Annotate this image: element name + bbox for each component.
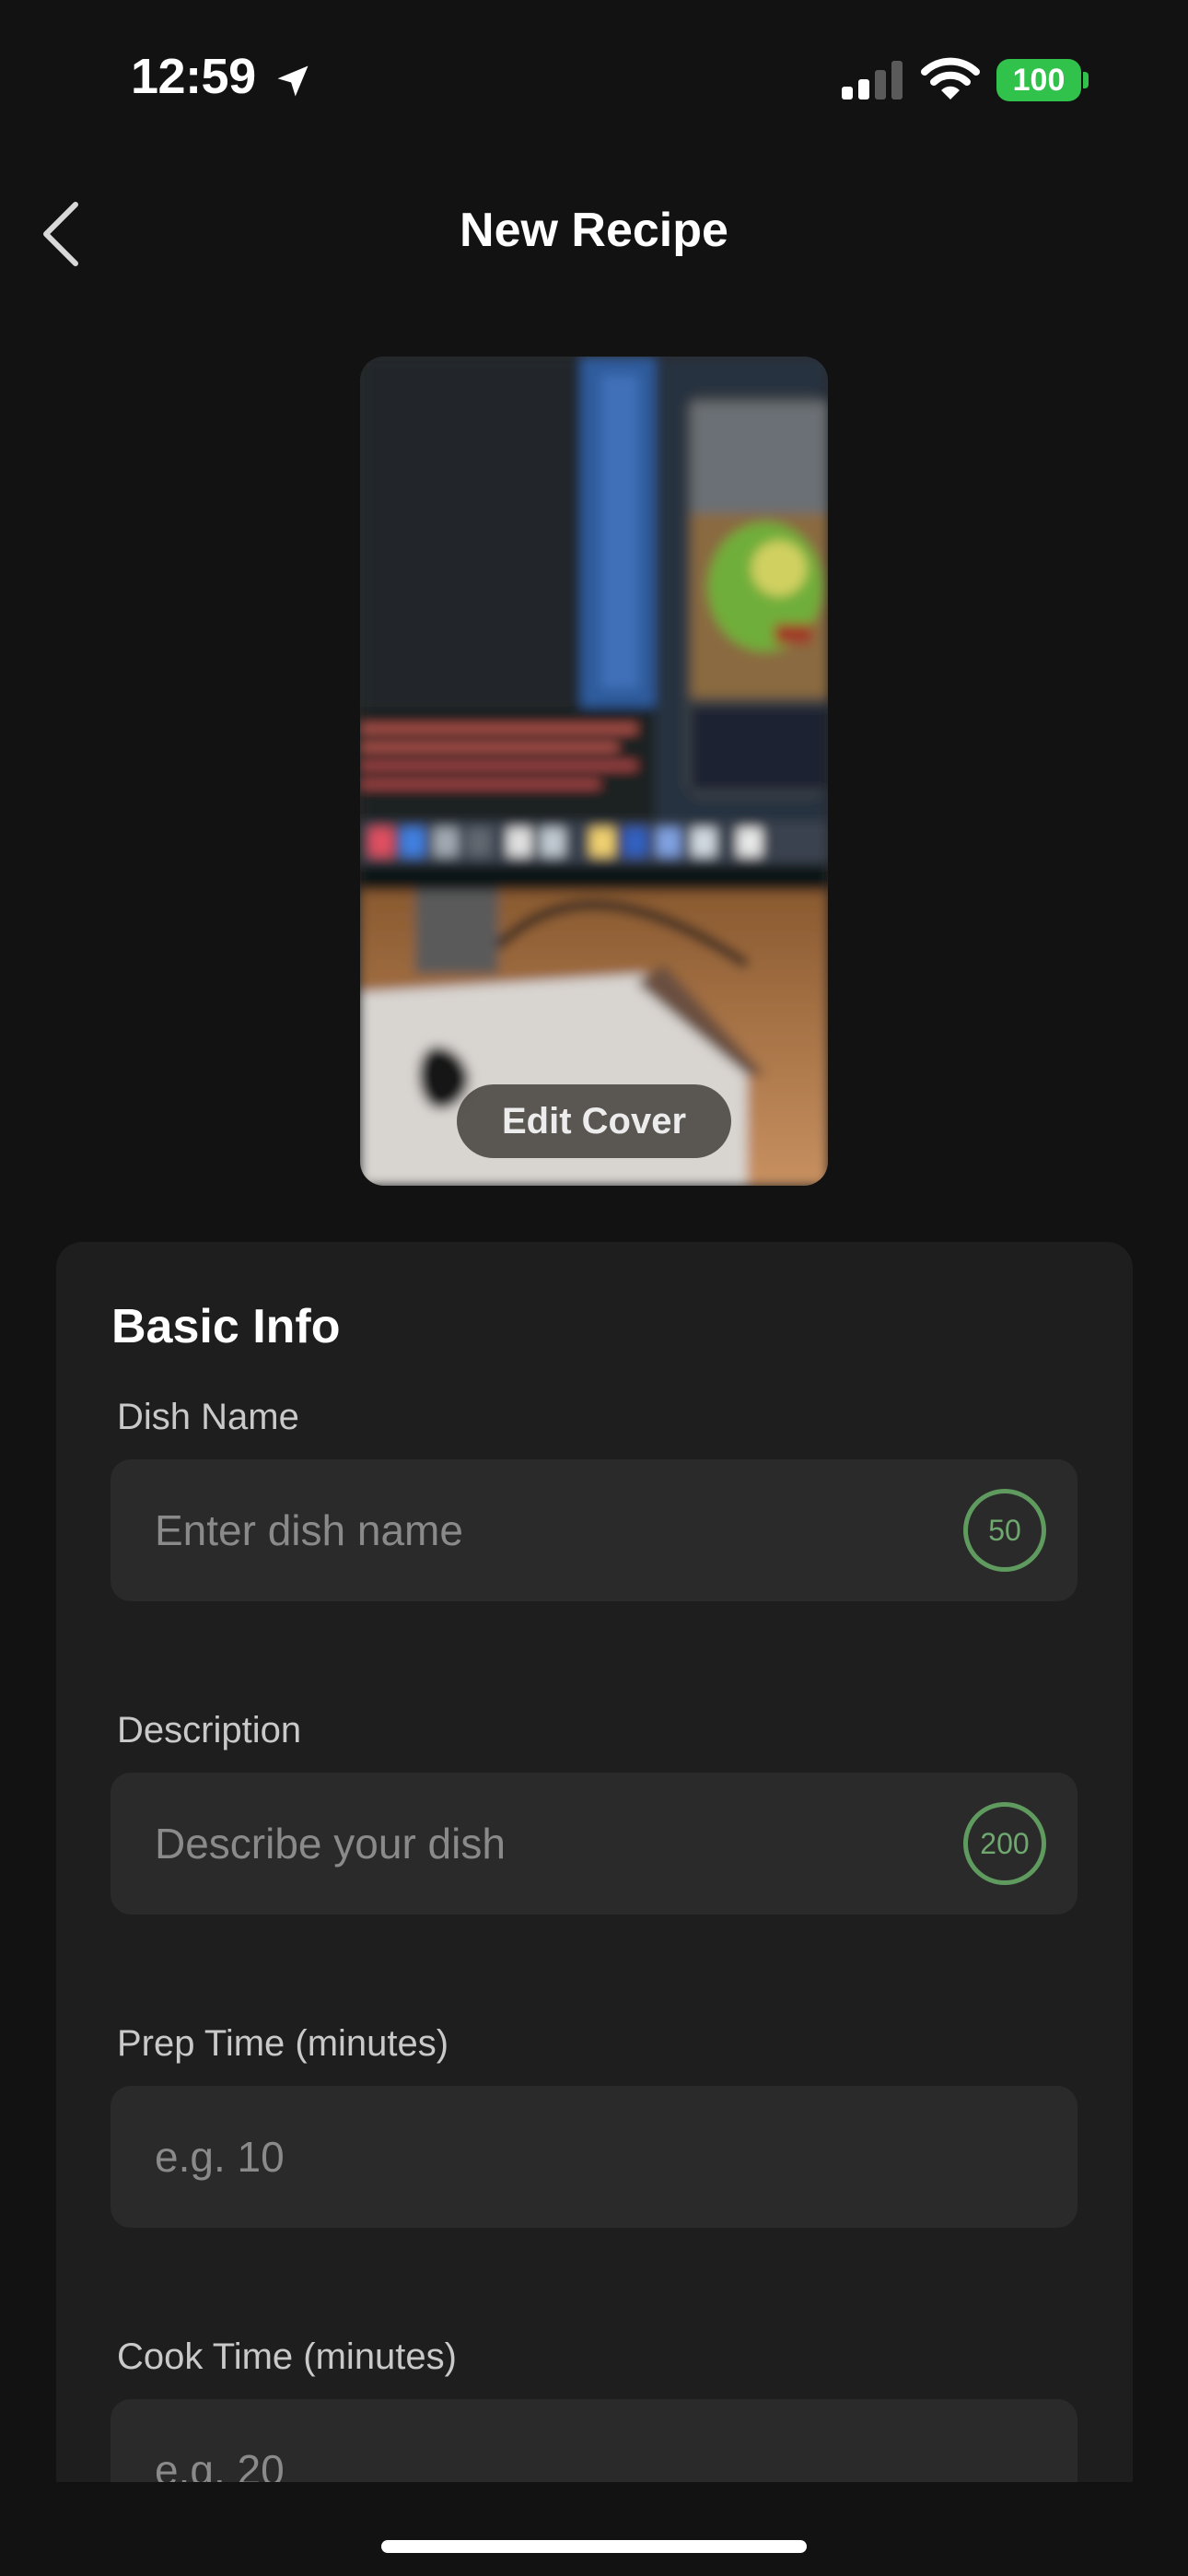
- dish-name-char-counter: 50: [963, 1489, 1046, 1572]
- cook-time-label: Cook Time (minutes): [117, 2336, 457, 2377]
- status-time: 12:59: [131, 49, 256, 104]
- prep-time-input[interactable]: [155, 2086, 965, 2228]
- cover-image[interactable]: Edit Cover: [360, 357, 828, 1186]
- dish-name-input[interactable]: [155, 1459, 965, 1601]
- page-title: New Recipe: [460, 204, 728, 257]
- wifi-icon: [921, 57, 980, 100]
- home-indicator[interactable]: [381, 2540, 807, 2553]
- location-arrow-icon: [277, 65, 309, 97]
- description-input[interactable]: [155, 1773, 965, 1914]
- cellular-signal-icon: [842, 61, 903, 100]
- prep-time-field[interactable]: [111, 2086, 1077, 2228]
- status-bar: 12:59 100: [0, 0, 1188, 157]
- description-field[interactable]: 200: [111, 1773, 1077, 1914]
- bottom-safe-area: [0, 2482, 1188, 2576]
- battery-tip: [1083, 72, 1089, 88]
- description-label: Description: [117, 1710, 302, 1751]
- new-recipe-screen: 12:59 100 New Recipe Edit Cover Basic In…: [0, 0, 1188, 2576]
- dish-name-label: Dish Name: [117, 1397, 299, 1437]
- dish-name-field[interactable]: 50: [111, 1459, 1077, 1601]
- prep-time-label: Prep Time (minutes): [117, 2023, 449, 2064]
- description-char-counter: 200: [963, 1802, 1046, 1885]
- edit-cover-button[interactable]: Edit Cover: [457, 1084, 731, 1158]
- cover-photo-illustration: [360, 357, 828, 1186]
- battery-level: 100: [1012, 62, 1066, 98]
- battery-indicator: 100: [996, 59, 1081, 101]
- basic-info-title: Basic Info: [111, 1300, 341, 1353]
- basic-info-card: Basic Info Dish Name 50 Description 200 …: [56, 1242, 1133, 2576]
